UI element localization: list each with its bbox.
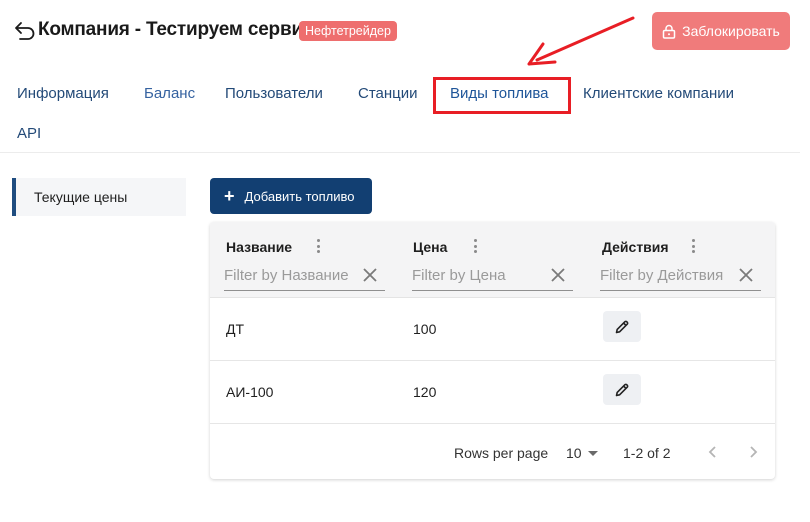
filter-price [412, 262, 573, 291]
table-row: ДТ 100 [210, 298, 775, 361]
cell-name: ДТ [226, 321, 245, 337]
block-company-button[interactable]: Заблокировать [652, 12, 790, 50]
table-header: Название Цена Действия [210, 222, 775, 298]
close-icon[interactable] [363, 268, 377, 282]
column-header-name[interactable]: Название [226, 239, 292, 255]
back-arrow-icon[interactable] [14, 20, 36, 40]
fuel-table: Название Цена Действия ДТ 100 [210, 222, 775, 479]
caret-down-icon [587, 450, 598, 456]
tab-info[interactable]: Информация [17, 85, 109, 102]
add-fuel-label: Добавить топливо [244, 188, 355, 204]
lock-icon [662, 24, 676, 39]
filter-actions [600, 262, 761, 291]
close-icon[interactable] [551, 268, 565, 282]
edit-button[interactable] [603, 311, 641, 342]
tab-users[interactable]: Пользователи [225, 85, 323, 102]
rows-per-page-select[interactable]: 10 [566, 445, 598, 461]
cell-price: 120 [413, 384, 437, 400]
table-pagination: Rows per page 10 1-2 of 2 [210, 425, 775, 479]
filter-actions-input[interactable] [600, 262, 761, 289]
table-row: АИ-100 120 [210, 361, 775, 424]
filter-name-input[interactable] [224, 262, 385, 289]
plus-icon: + [224, 186, 235, 206]
block-company-label: Заблокировать [682, 23, 780, 39]
filter-price-input[interactable] [412, 262, 573, 289]
tabs-divider [0, 152, 800, 153]
sidebar-item-label: Текущие цены [34, 189, 128, 205]
column-header-price[interactable]: Цена [413, 239, 447, 255]
tab-api[interactable]: API [17, 125, 41, 142]
tab-stations[interactable]: Станции [358, 85, 418, 102]
edit-button[interactable] [603, 374, 641, 405]
column-menu-icon[interactable] [315, 239, 321, 255]
column-header-actions[interactable]: Действия [602, 239, 669, 255]
column-menu-icon[interactable] [690, 239, 696, 255]
cell-price: 100 [413, 321, 437, 337]
close-icon[interactable] [739, 268, 753, 282]
annotation-highlight-box [433, 77, 571, 114]
column-menu-icon[interactable] [472, 239, 478, 255]
page-header: Компания - Тестируем сервис Нефтетрейдер… [0, 0, 810, 64]
chevron-right-icon[interactable] [745, 444, 761, 460]
pencil-icon [615, 383, 629, 396]
pagination-range: 1-2 of 2 [623, 445, 671, 461]
cell-name: АИ-100 [226, 384, 274, 400]
page-title: Компания - Тестируем сервис [38, 19, 314, 40]
annotation-arrow [527, 16, 635, 66]
rows-per-page-value: 10 [566, 445, 582, 461]
sidebar-item-current-prices[interactable]: Текущие цены [12, 178, 186, 216]
tab-client-companies[interactable]: Клиентские компании [583, 85, 734, 102]
pencil-icon [615, 320, 629, 333]
add-fuel-button[interactable]: + Добавить топливо [210, 178, 372, 214]
company-type-badge: Нефтетрейдер [299, 21, 397, 41]
chevron-left-icon[interactable] [705, 444, 721, 460]
rows-per-page-label: Rows per page [454, 445, 549, 461]
filter-name [224, 262, 385, 291]
tab-balance[interactable]: Баланс [144, 85, 195, 102]
